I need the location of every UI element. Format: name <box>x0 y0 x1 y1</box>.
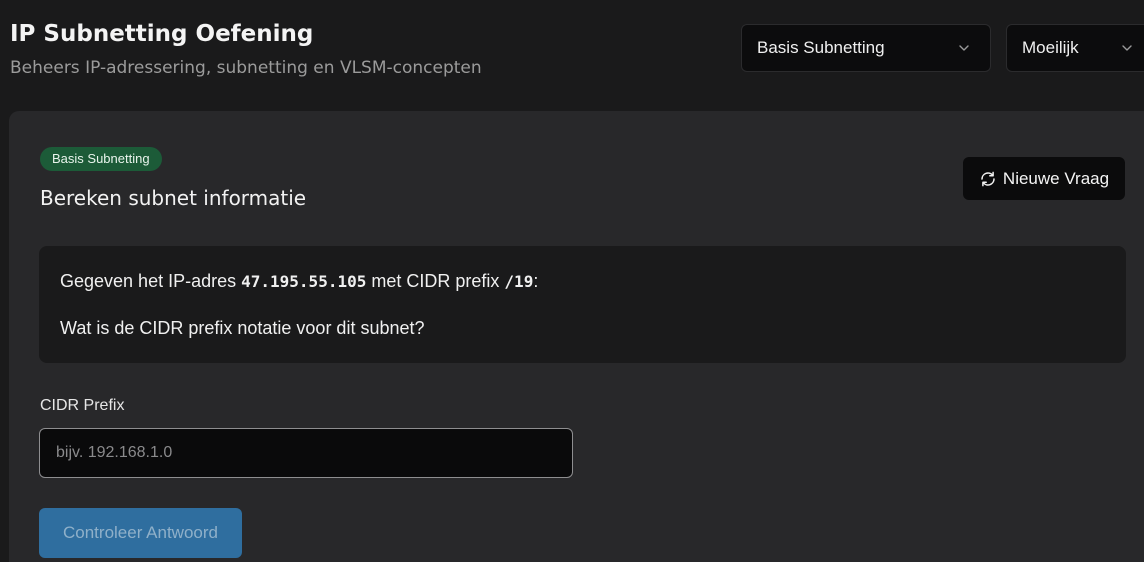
topic-select-value: Basis Subnetting <box>757 38 885 57</box>
check-answer-button[interactable]: Controleer Antwoord <box>39 508 242 558</box>
refresh-icon <box>981 171 995 186</box>
cidr-prefix-label: CIDR Prefix <box>40 397 125 414</box>
new-question-label: Nieuwe Vraag <box>1002 168 1110 188</box>
cidr-prefix: /19 <box>504 272 534 291</box>
page: IP Subnetting Oefening Beheers IP-adress… <box>0 0 1144 562</box>
question-suffix: : <box>533 271 539 291</box>
difficulty-select-value: Moeilijk <box>1022 38 1079 57</box>
topic-select[interactable]: Basis Subnetting <box>741 24 991 72</box>
chevron-down-icon <box>1122 45 1132 51</box>
difficulty-select[interactable]: Moeilijk <box>1006 24 1144 72</box>
question-text-line1: Gegeven het IP-adres 47.195.55.105 met C… <box>60 271 538 292</box>
question-text-line2: Wat is de CIDR prefix notatie voor dit s… <box>60 318 425 338</box>
question-prefix: Gegeven het IP-adres <box>60 271 237 291</box>
chevron-down-icon <box>959 45 969 51</box>
ip-address: 47.195.55.105 <box>241 272 367 291</box>
page-title: IP Subnetting Oefening <box>10 21 314 47</box>
page-subtitle: Beheers IP-adressering, subnetting en VL… <box>10 58 482 78</box>
topic-badge: Basis Subnetting <box>40 147 162 171</box>
question-title: Bereken subnet informatie <box>40 186 307 210</box>
new-question-button[interactable]: Nieuwe Vraag <box>963 157 1125 200</box>
question-box: Gegeven het IP-adres 47.195.55.105 met C… <box>39 246 1126 363</box>
question-middle: met CIDR prefix <box>371 271 500 291</box>
cidr-prefix-input[interactable] <box>39 428 573 478</box>
